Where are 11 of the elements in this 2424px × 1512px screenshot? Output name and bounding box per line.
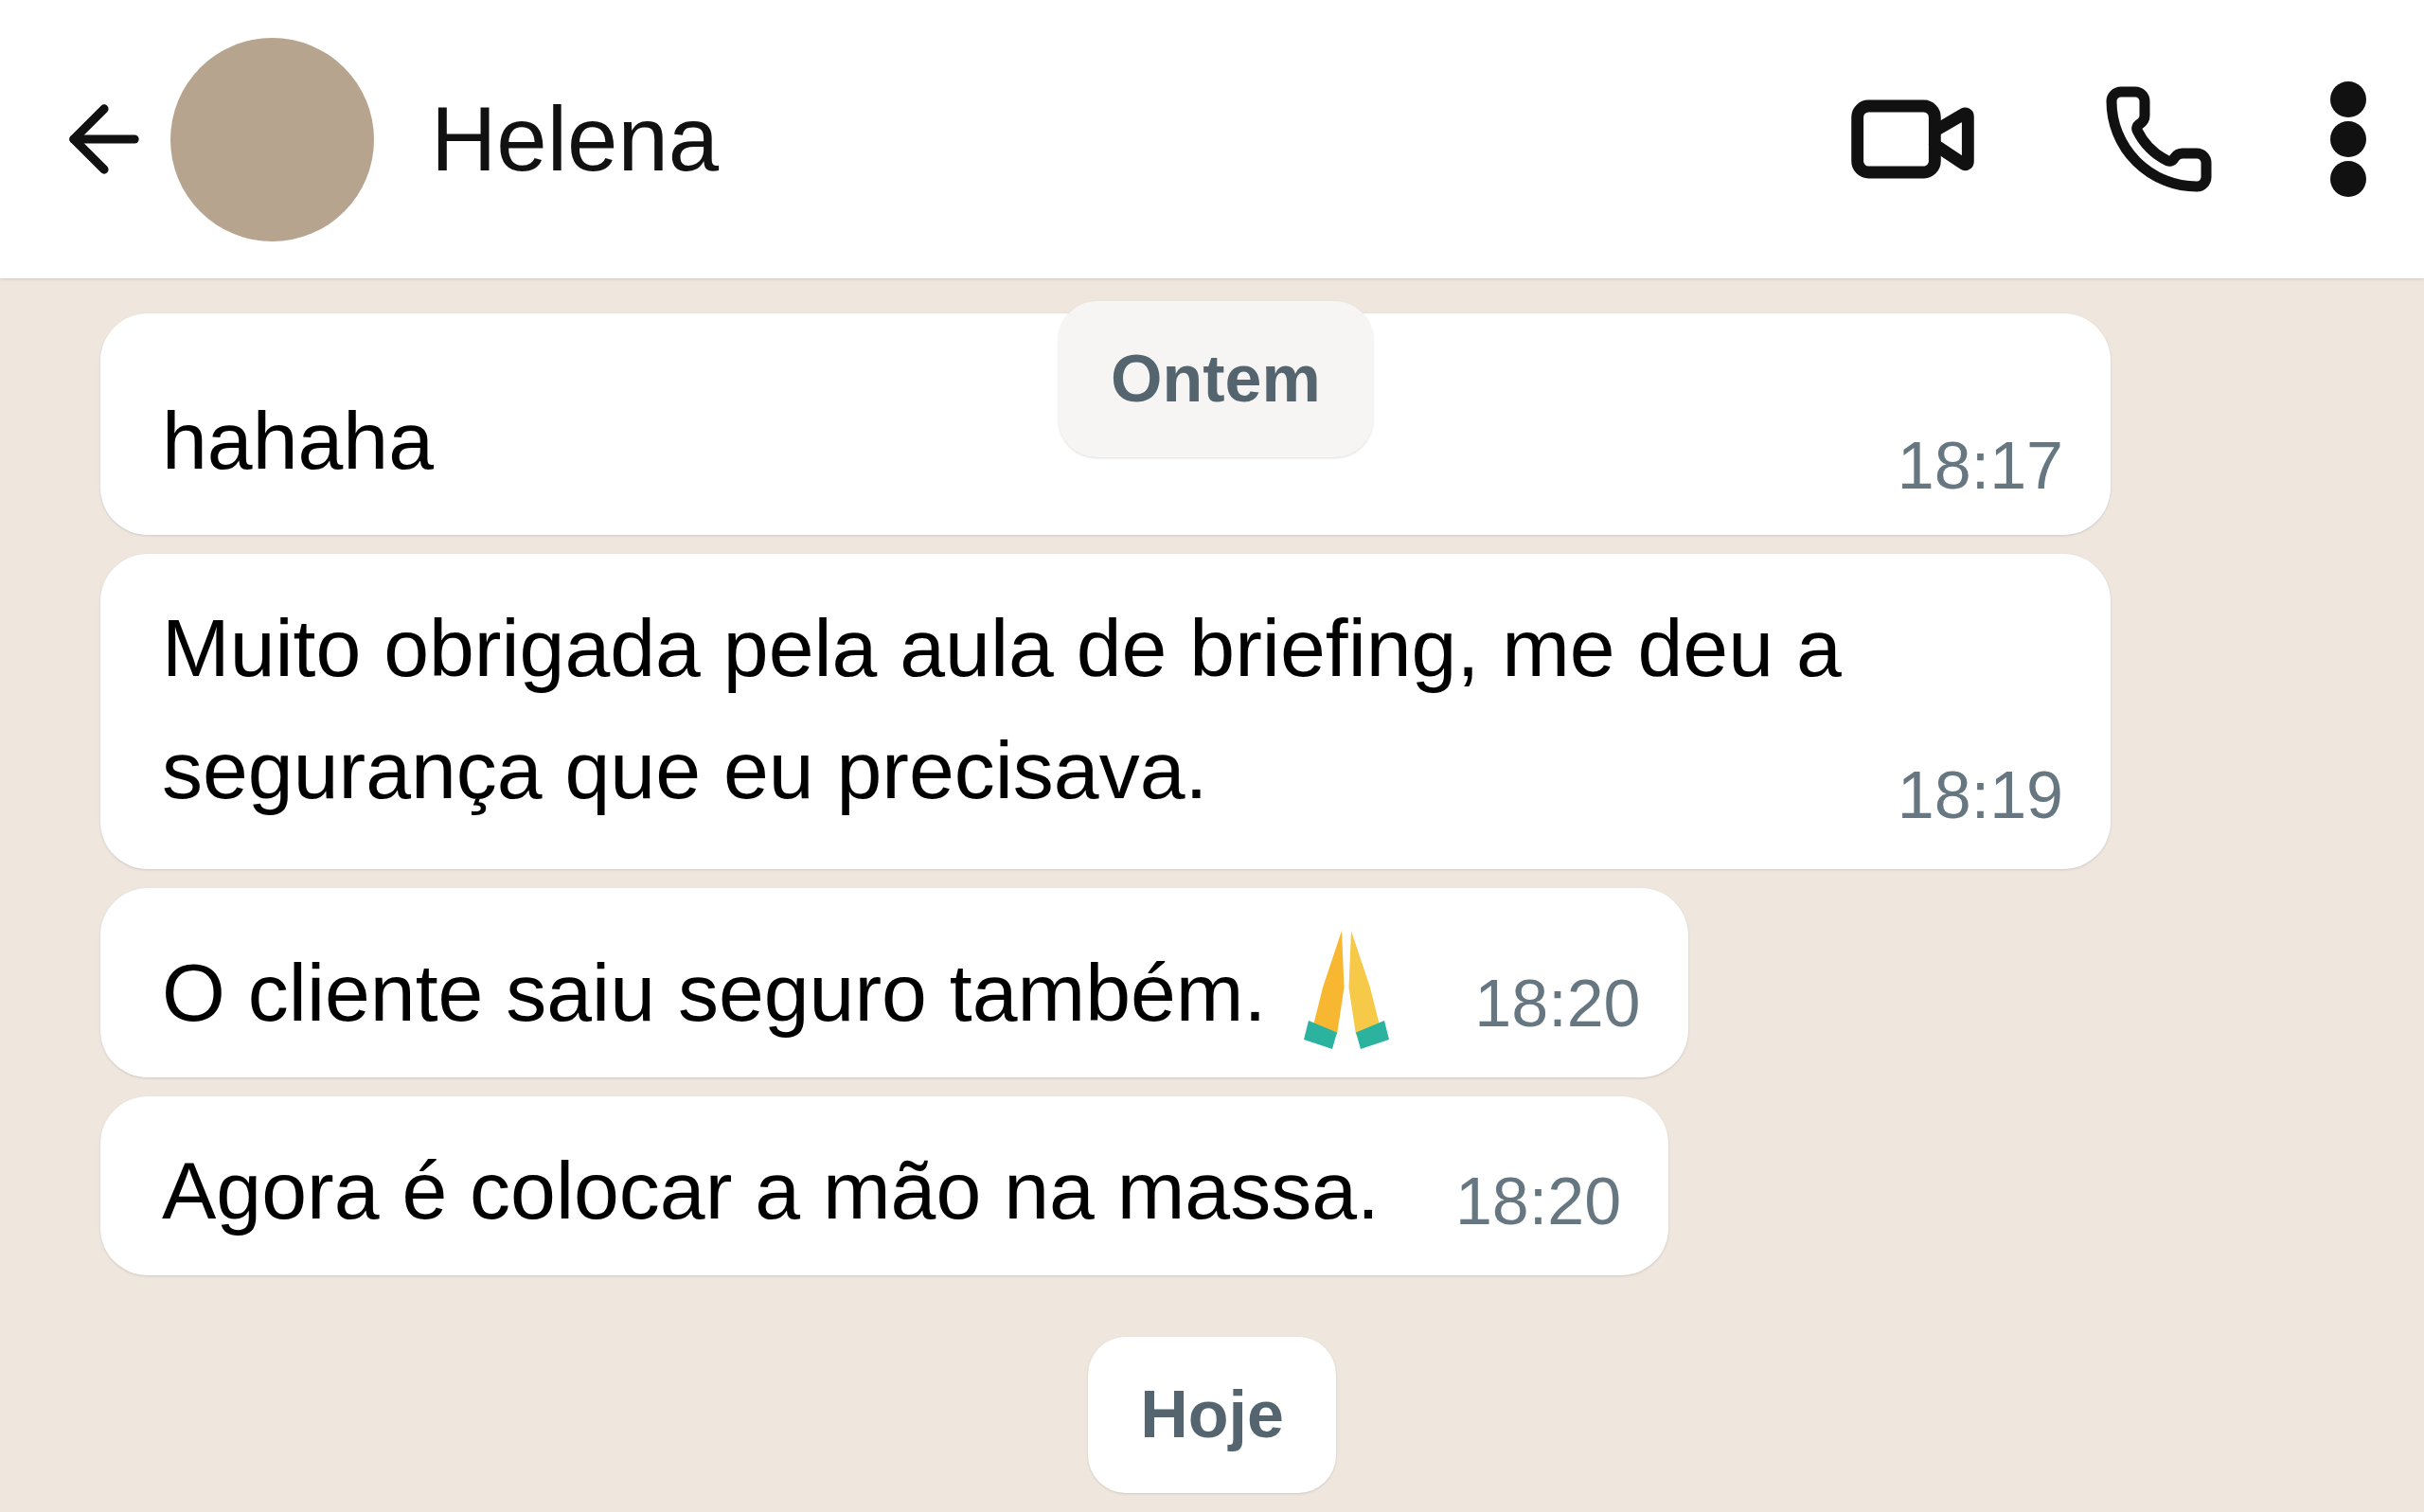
- message-time: 18:19: [1897, 757, 2063, 834]
- message-time: 18:17: [1897, 428, 2063, 505]
- sticky-date-chip: Ontem: [1059, 301, 1373, 457]
- message-text: hahaha: [162, 394, 434, 488]
- contact-name[interactable]: Helena: [431, 71, 720, 207]
- message-text: Agora é colocar a mão na massa.: [162, 1144, 1380, 1237]
- message-text: O cliente saiu seguro também.: [162, 946, 1267, 1040]
- more-options-icon: [2329, 80, 2367, 198]
- message-time: 18:20: [1474, 966, 1641, 1042]
- message-text: Muito obrigada pela aula de briefing, me deu a segurança que eu precisava.: [162, 601, 1843, 817]
- message-time: 18:20: [1454, 1164, 1622, 1240]
